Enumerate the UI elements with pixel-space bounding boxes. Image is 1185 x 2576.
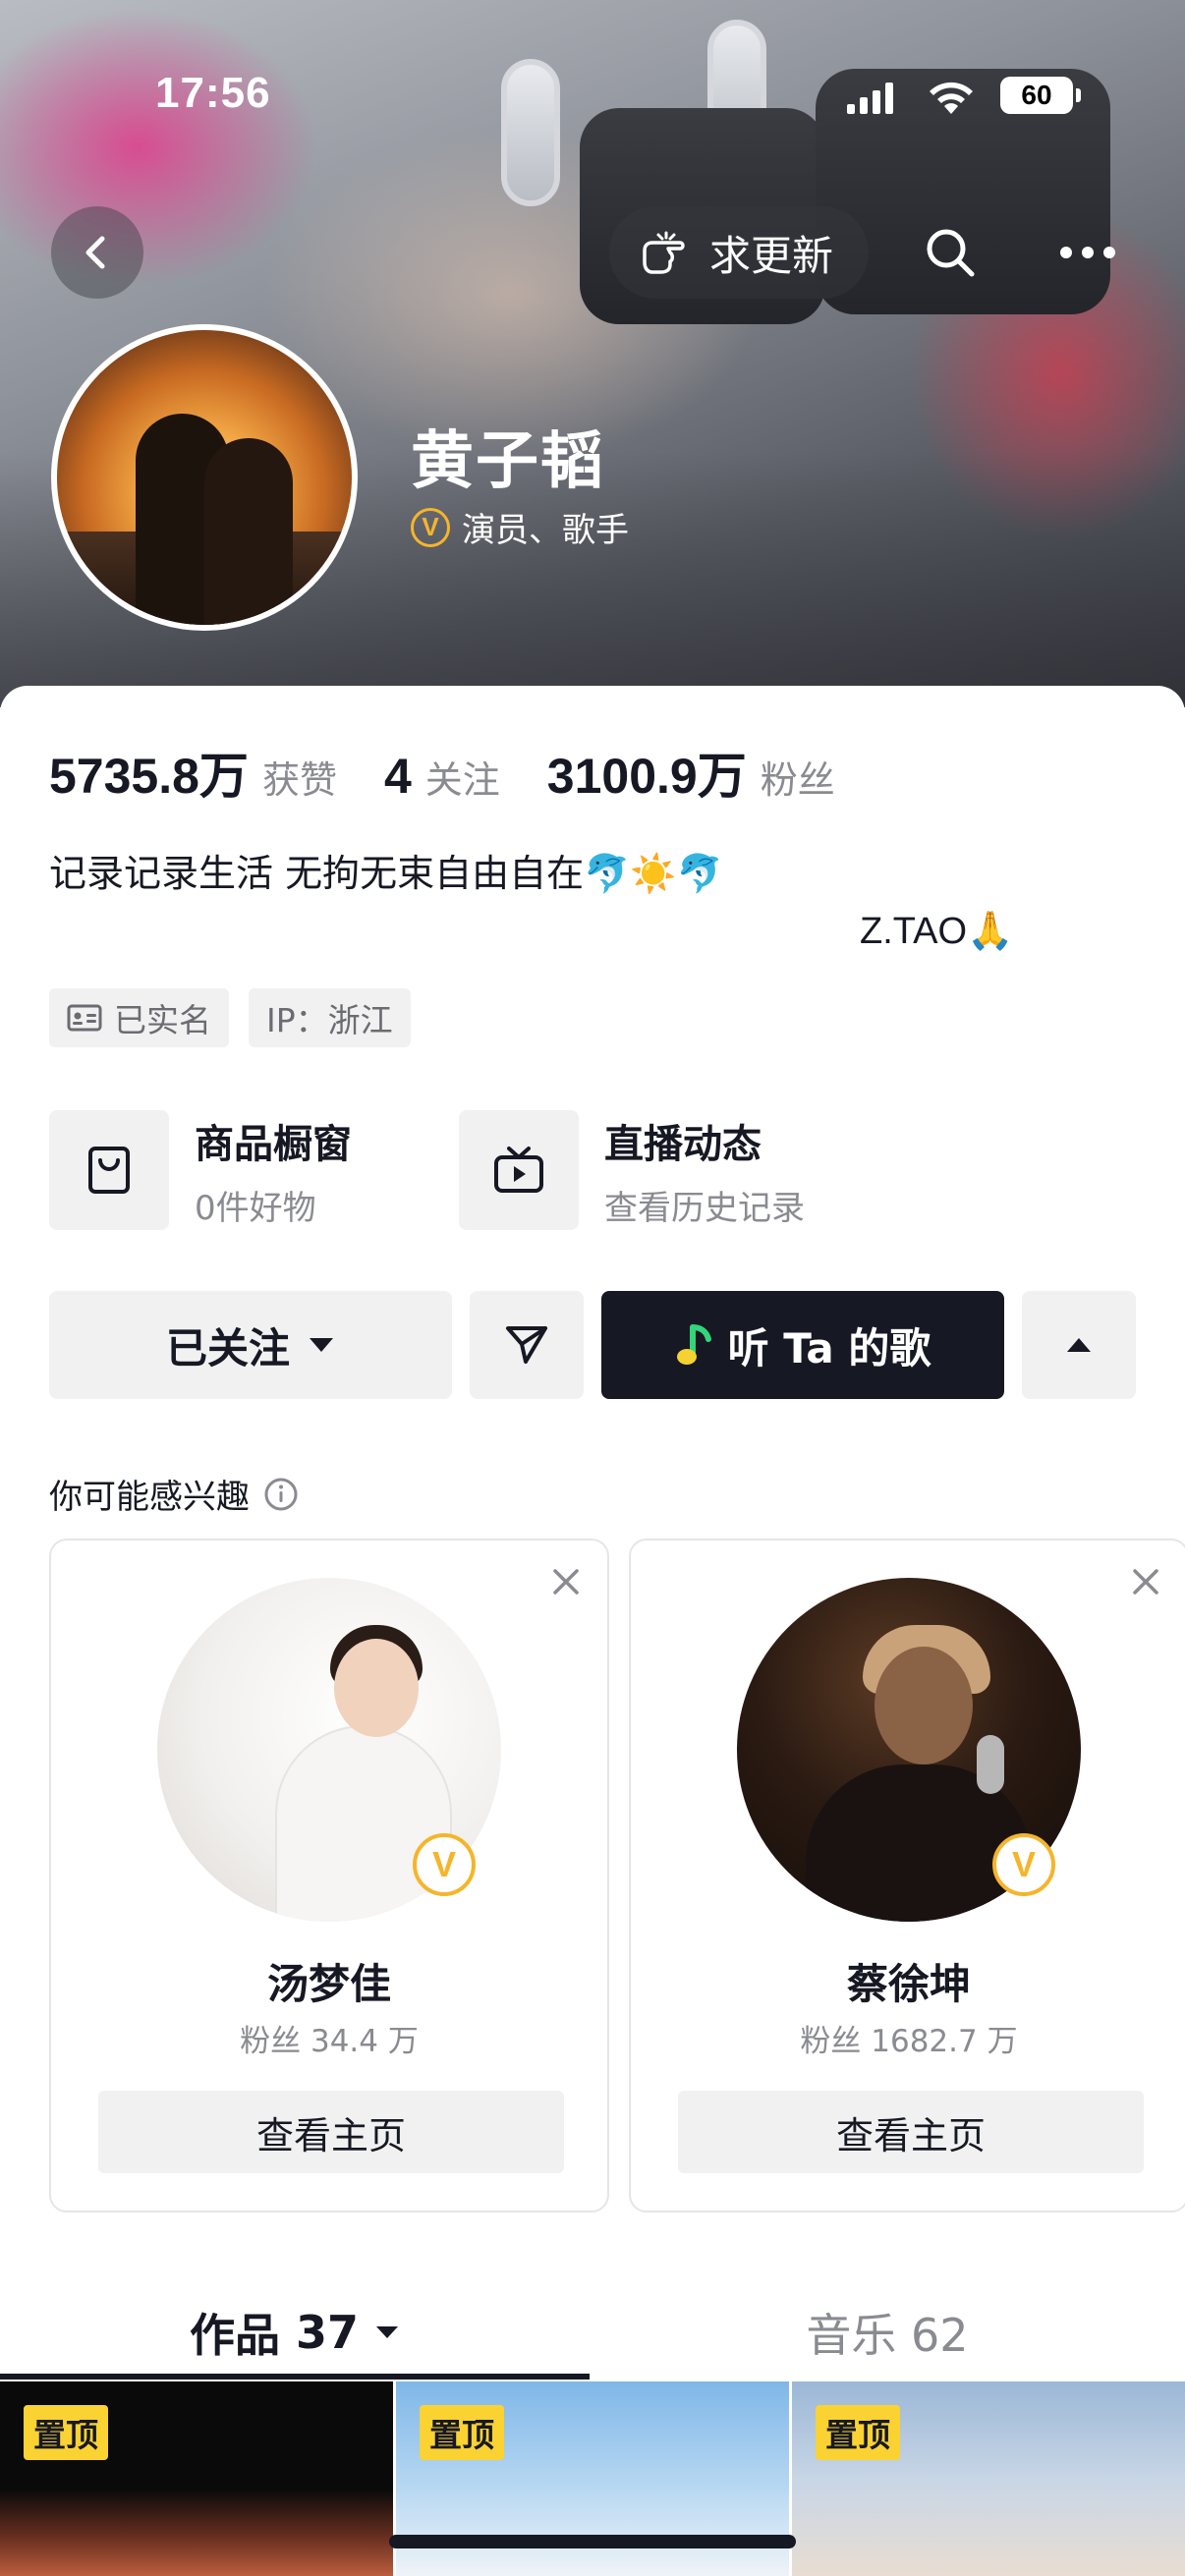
- pinned-badge: 置顶: [420, 2405, 504, 2460]
- verified-badge-icon: V: [413, 1833, 476, 1896]
- request-update-button[interactable]: 求更新: [609, 206, 870, 299]
- close-icon: [1133, 1569, 1158, 1595]
- id-card-icon: [67, 1004, 102, 1032]
- suggestions-header: 你可能感兴趣: [49, 1470, 299, 1518]
- view-profile-button[interactable]: 查看主页: [98, 2091, 564, 2173]
- verification-row: V 演员、歌手: [411, 503, 629, 551]
- tab-music[interactable]: 音乐 62: [590, 2283, 1185, 2381]
- suggestions-title: 你可能感兴趣: [49, 1478, 250, 1517]
- dismiss-suggestion-button[interactable]: [546, 1562, 586, 1601]
- caret-down-icon: [310, 1338, 333, 1352]
- battery-indicator: 60: [1000, 77, 1081, 114]
- fans-count[interactable]: 3100.9万: [547, 737, 747, 808]
- paper-plane-icon: [506, 1326, 547, 1364]
- suggestion-name: 蔡徐坤: [846, 1960, 971, 2008]
- search-button[interactable]: [904, 206, 996, 299]
- tab-music-label: 音乐 62: [806, 2309, 969, 2362]
- suggestion-fans: 粉丝 1682.7 万: [800, 2024, 1018, 2059]
- content-tabs: 作品 37 音乐 62: [0, 2283, 1185, 2381]
- bio-line-2: Z.TAO🙏: [860, 911, 1014, 952]
- profile-sheet: 5735.8万 获赞 4 关注 3100.9万 粉丝 记录记录生活 无拘无束自由…: [0, 686, 1185, 2576]
- cellular-signal-icon: [847, 83, 893, 114]
- verified-badge-icon: V: [411, 507, 450, 547]
- send-message-button[interactable]: [470, 1291, 584, 1399]
- ip-location-tag: IP：浙江: [249, 988, 411, 1047]
- fans-label[interactable]: 粉丝: [761, 750, 835, 804]
- shop-window-subtitle: 0件好物: [195, 1188, 316, 1228]
- bio-line-1: 记录记录生活 无拘无束自由自在🐬☀️🐬: [49, 852, 724, 895]
- verified-badge-icon: V: [992, 1833, 1055, 1896]
- shop-window-title: 商品橱窗: [195, 1121, 352, 1167]
- following-count[interactable]: 4: [384, 748, 412, 805]
- chevron-left-icon: [85, 236, 105, 269]
- status-bar: 17:56 60: [0, 0, 1185, 118]
- likes-count: 5735.8万: [49, 749, 249, 804]
- live-history-entry[interactable]: 直播动态 查看历史记录: [459, 1110, 805, 1230]
- status-time: 17:56: [155, 69, 271, 117]
- search-icon: [927, 229, 975, 277]
- home-indicator[interactable]: [389, 2535, 796, 2548]
- info-icon[interactable]: [263, 1477, 299, 1512]
- profile-avatar[interactable]: [51, 324, 358, 631]
- suggestion-name: 汤梦佳: [266, 1960, 391, 2008]
- suggestion-card: V 汤梦佳 粉丝 34.4 万 查看主页: [49, 1539, 609, 2212]
- view-profile-button[interactable]: 查看主页: [678, 2091, 1144, 2173]
- listen-songs-button[interactable]: 听 Ta 的歌: [601, 1291, 1004, 1399]
- realname-tag: 已实名: [49, 988, 229, 1047]
- following-label[interactable]: 关注: [425, 750, 500, 804]
- shop-window-entry[interactable]: 商品橱窗 0件好物: [49, 1110, 352, 1230]
- ip-location-label: IP：浙江: [266, 1001, 393, 1039]
- more-dots-icon: [1060, 247, 1115, 258]
- suggestion-fans: 粉丝 34.4 万: [240, 2024, 419, 2059]
- pinned-badge: 置顶: [24, 2405, 108, 2460]
- profile-tags: 已实名 IP：浙江: [49, 988, 411, 1047]
- realname-label: 已实名: [114, 1001, 211, 1039]
- caret-down-icon: [376, 2326, 398, 2338]
- listen-songs-label: 听 Ta 的歌: [727, 1323, 931, 1372]
- likes-label: 获赞: [261, 758, 337, 802]
- music-note-icon: [676, 1324, 711, 1365]
- close-icon: [553, 1569, 579, 1595]
- video-thumbnail[interactable]: 置顶: [0, 2381, 393, 2576]
- dismiss-suggestion-button[interactable]: [1126, 1562, 1165, 1601]
- back-button[interactable]: [51, 206, 143, 299]
- pinned-badge: 置顶: [816, 2405, 900, 2460]
- tab-works-label: 作品: [189, 2309, 280, 2362]
- following-button[interactable]: 已关注: [49, 1291, 452, 1399]
- collapse-suggestions-button[interactable]: [1022, 1291, 1136, 1399]
- verified-label: 演员、歌手: [462, 511, 629, 550]
- request-update-label: 求更新: [709, 231, 834, 280]
- tab-works[interactable]: 作品 37: [0, 2283, 590, 2381]
- stats-row: 5735.8万 获赞 4 关注 3100.9万 粉丝: [49, 737, 835, 808]
- video-thumbnail[interactable]: 置顶: [792, 2381, 1185, 2576]
- live-history-subtitle: 查看历史记录: [604, 1188, 805, 1228]
- shopping-bag-icon: [49, 1110, 169, 1230]
- following-button-label: 已关注: [165, 1323, 290, 1372]
- pointing-hand-icon: [643, 231, 685, 274]
- tv-icon: [459, 1110, 579, 1230]
- live-history-title: 直播动态: [604, 1121, 762, 1167]
- profile-name: 黄子韬: [411, 425, 605, 498]
- suggestion-card: V 蔡徐坤 粉丝 1682.7 万 查看主页: [629, 1539, 1185, 2212]
- more-button[interactable]: [1042, 206, 1134, 299]
- wifi-icon: [930, 82, 973, 114]
- active-tab-indicator: [0, 2374, 590, 2380]
- caret-up-icon: [1067, 1338, 1091, 1352]
- tab-works-count: 37: [295, 2306, 359, 2359]
